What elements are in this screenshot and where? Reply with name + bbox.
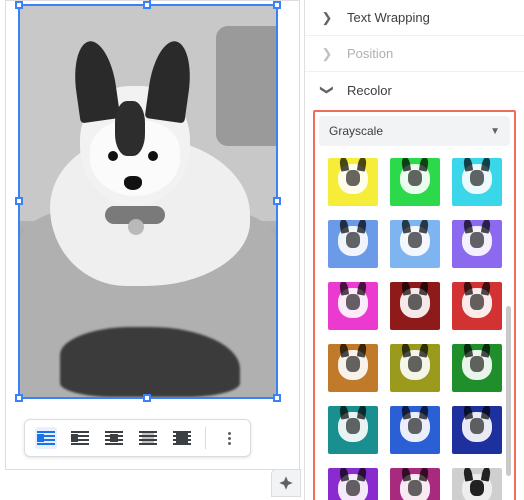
recolor-swatch[interactable]: [328, 406, 378, 454]
swatch-thumb: [452, 406, 502, 454]
wrap-option-behind[interactable]: [137, 427, 159, 449]
swatch-thumb: [390, 282, 440, 330]
explore-button[interactable]: [271, 469, 301, 497]
scrollbar-thumb[interactable]: [506, 306, 511, 476]
recolor-swatch[interactable]: [390, 220, 440, 268]
recolor-dropdown[interactable]: Grayscale ▼: [319, 116, 510, 146]
resize-handle-l[interactable]: [15, 197, 23, 205]
swatch-thumb: [452, 158, 502, 206]
swatch-thumb: [452, 468, 502, 500]
caret-down-icon: ▼: [490, 126, 500, 137]
swatch-thumb: [452, 344, 502, 392]
more-options-button[interactable]: [218, 427, 240, 449]
recolor-swatch[interactable]: [452, 406, 502, 454]
recolor-selected-label: Grayscale: [329, 124, 383, 138]
swatch-thumb: [452, 282, 502, 330]
recolor-swatch[interactable]: [390, 282, 440, 330]
recolor-swatch[interactable]: [390, 158, 440, 206]
plus-diamond-icon: [278, 475, 294, 491]
resize-handle-r[interactable]: [273, 197, 281, 205]
recolor-swatch[interactable]: [452, 468, 502, 500]
page: [5, 0, 300, 470]
swatch-thumb: [390, 220, 440, 268]
text-wrap-toolbar: [24, 419, 251, 457]
swatch-thumb: [452, 220, 502, 268]
recolor-highlight: Grayscale ▼: [313, 110, 516, 500]
recolor-swatch[interactable]: [328, 158, 378, 206]
chevron-down-icon: ❯: [319, 84, 335, 96]
resize-handle-bl[interactable]: [15, 394, 23, 402]
recolor-swatch[interactable]: [452, 220, 502, 268]
recolor-swatch[interactable]: [452, 344, 502, 392]
section-recolor[interactable]: ❯ Recolor: [305, 72, 524, 108]
swatch-thumb: [390, 344, 440, 392]
recolor-swatch[interactable]: [390, 468, 440, 500]
section-label: Position: [347, 46, 393, 61]
recolor-swatch[interactable]: [452, 282, 502, 330]
wrap-option-break[interactable]: [103, 427, 125, 449]
recolor-swatch[interactable]: [328, 344, 378, 392]
format-options-panel: ❯ Text Wrapping ❯ Position ❯ Recolor Gra…: [305, 0, 524, 500]
selected-image[interactable]: [18, 4, 278, 399]
more-vertical-icon: [228, 432, 231, 445]
text-wrap-icon: [173, 431, 191, 445]
recolor-body: Grayscale ▼: [305, 108, 524, 500]
wrap-option-wrap[interactable]: [69, 427, 91, 449]
recolor-swatch-grid: [319, 156, 510, 500]
section-position: ❯ Position: [305, 36, 524, 72]
swatch-thumb: [328, 158, 378, 206]
text-wrap-icon: [37, 431, 55, 445]
swatch-thumb: [390, 158, 440, 206]
recolor-swatch[interactable]: [452, 158, 502, 206]
document-canvas[interactable]: [0, 0, 305, 500]
wrap-option-front[interactable]: [171, 427, 193, 449]
resize-handle-tr[interactable]: [273, 1, 281, 9]
resize-handle-br[interactable]: [273, 394, 281, 402]
resize-handle-t[interactable]: [143, 1, 151, 9]
text-wrap-icon: [71, 431, 89, 445]
image-content: [20, 6, 276, 397]
resize-handle-b[interactable]: [143, 394, 151, 402]
divider: [205, 427, 206, 449]
recolor-swatch[interactable]: [328, 282, 378, 330]
text-wrap-icon: [105, 431, 123, 445]
recolor-swatch[interactable]: [390, 344, 440, 392]
chevron-right-icon: ❯: [321, 10, 333, 26]
swatch-thumb: [328, 282, 378, 330]
swatch-thumb: [328, 468, 378, 500]
section-label: Text Wrapping: [347, 10, 430, 25]
wrap-option-inline[interactable]: [35, 427, 57, 449]
recolor-swatch[interactable]: [328, 468, 378, 500]
swatch-thumb: [328, 220, 378, 268]
chevron-right-icon: ❯: [321, 46, 333, 62]
swatch-thumb: [390, 468, 440, 500]
recolor-swatch[interactable]: [328, 220, 378, 268]
section-text-wrapping[interactable]: ❯ Text Wrapping: [305, 0, 524, 36]
text-wrap-icon: [139, 431, 157, 445]
section-label: Recolor: [347, 83, 392, 98]
swatch-thumb: [328, 406, 378, 454]
recolor-swatch[interactable]: [390, 406, 440, 454]
resize-handle-tl[interactable]: [15, 1, 23, 9]
swatch-thumb: [390, 406, 440, 454]
swatch-thumb: [328, 344, 378, 392]
